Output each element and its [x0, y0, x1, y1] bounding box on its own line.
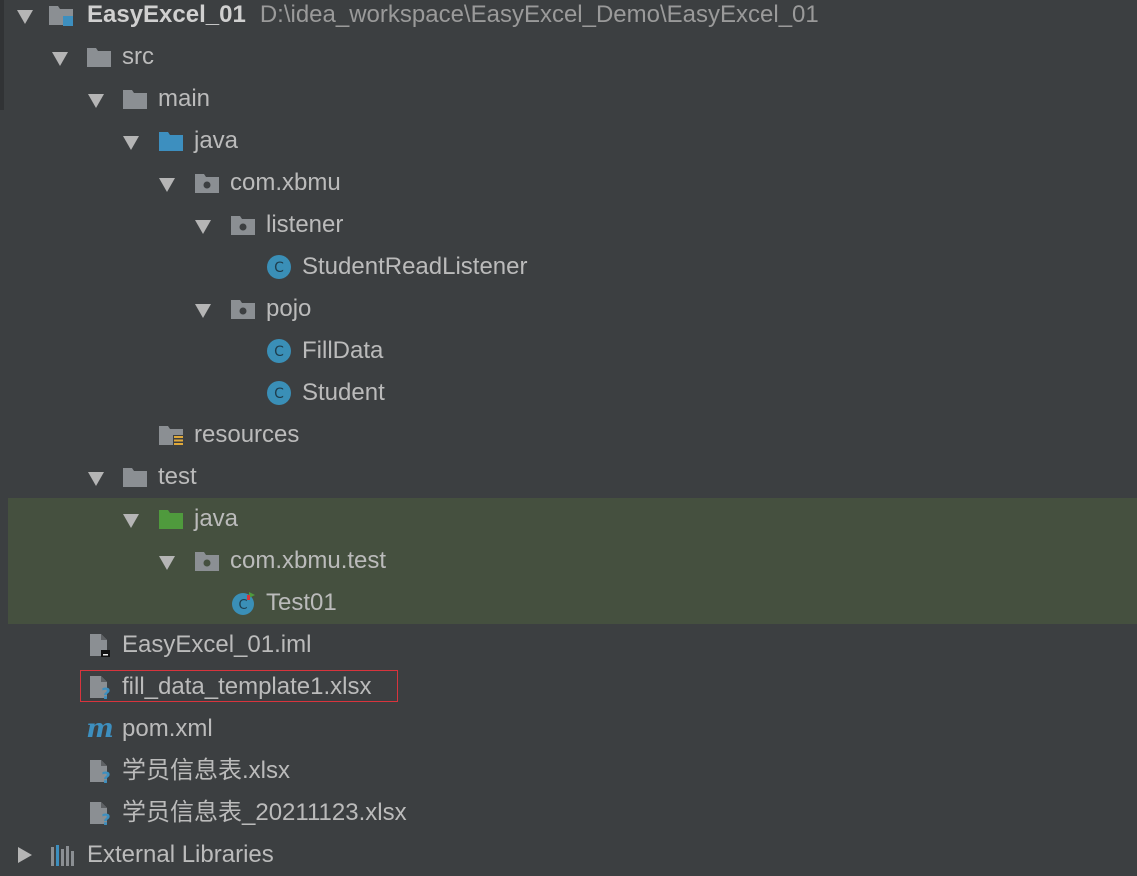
tree-item-class-student-read-listener[interactable]: C StudentReadListener	[8, 246, 1137, 288]
resources-label: resources	[194, 421, 300, 448]
chevron-down-icon[interactable]	[52, 52, 68, 66]
libraries-icon	[51, 845, 74, 866]
tree-item-file-xlsx-2[interactable]: ? 学员信息表_20211123.xlsx	[8, 792, 1137, 834]
chevron-down-icon[interactable]	[123, 514, 139, 528]
tree-item-file-pom[interactable]: m pom.xml	[8, 708, 1137, 750]
package-com-xbmu-label: com.xbmu	[230, 169, 341, 196]
main-java-label: java	[194, 127, 239, 154]
file-pom-label: pom.xml	[122, 715, 213, 742]
chevron-down-icon[interactable]	[88, 94, 104, 108]
tree-item-main[interactable]: main	[8, 78, 1137, 120]
package-com-xbmu-test-label: com.xbmu.test	[230, 547, 387, 574]
package-pojo-label: pojo	[266, 295, 312, 322]
package-icon	[195, 174, 219, 193]
chevron-down-icon[interactable]	[88, 472, 104, 486]
package-listener-label: listener	[266, 211, 344, 238]
tree-item-main-java[interactable]: java	[8, 120, 1137, 162]
src-label: src	[122, 43, 154, 70]
test-folder-icon	[159, 510, 183, 529]
class-filldata-label: FillData	[302, 337, 384, 364]
package-icon	[195, 552, 219, 571]
tree-item-src[interactable]: src	[8, 36, 1137, 78]
svg-text:C: C	[274, 386, 284, 402]
unknown-file-icon: ?	[90, 802, 111, 825]
chevron-down-icon[interactable]	[195, 304, 211, 318]
project-path: D:\idea_workspace\EasyExcel_Demo\EasyExc…	[259, 1, 819, 28]
unknown-file-icon: ?	[90, 760, 111, 783]
tree-item-class-student[interactable]: C Student	[8, 372, 1137, 414]
tree-item-test-java[interactable]: java	[8, 498, 1137, 540]
chevron-down-icon[interactable]	[159, 178, 175, 192]
svg-text:C: C	[274, 344, 284, 360]
chevron-down-icon[interactable]	[195, 220, 211, 234]
tree-item-test[interactable]: test	[8, 456, 1137, 498]
svg-text:m: m	[86, 717, 114, 741]
tree-item-resources[interactable]: resources	[8, 414, 1137, 456]
resources-folder-icon	[159, 426, 184, 446]
chevron-down-icon[interactable]	[123, 136, 139, 150]
tree-item-external-libraries[interactable]: External Libraries	[8, 834, 1137, 876]
project-root-label: EasyExcel_01 D:\idea_workspace\EasyExcel_…	[87, 0, 819, 36]
chevron-down-icon[interactable]	[17, 10, 33, 24]
gutter-marker	[0, 0, 4, 110]
folder-icon	[123, 468, 147, 487]
tree-item-file-xlsx-1[interactable]: ? 学员信息表.xlsx	[8, 750, 1137, 792]
class-icon: C	[267, 339, 291, 363]
svg-text:?: ?	[101, 768, 110, 783]
package-icon	[231, 300, 255, 319]
tree-item-file-iml[interactable]: EasyExcel_01.iml	[8, 624, 1137, 666]
selection-highlight-box	[80, 670, 398, 702]
chevron-down-icon[interactable]	[159, 556, 175, 570]
file-xlsx-1-label: 学员信息表.xlsx	[122, 757, 290, 784]
project-name: EasyExcel_01	[87, 1, 246, 28]
source-folder-icon	[159, 132, 183, 151]
class-icon: C	[267, 255, 291, 279]
class-student-read-listener-label: StudentReadListener	[302, 253, 528, 280]
class-test01-label: Test01	[266, 589, 337, 616]
class-icon: C	[267, 381, 291, 405]
test-java-label: java	[194, 505, 239, 532]
class-student-label: Student	[302, 379, 385, 406]
module-folder-icon	[49, 6, 73, 26]
iml-file-icon	[90, 634, 110, 657]
main-label: main	[158, 85, 211, 112]
tree-item-project-root[interactable]: EasyExcel_01 D:\idea_workspace\EasyExcel_…	[8, 0, 1137, 36]
test-class-icon: C	[232, 592, 255, 615]
svg-text:?: ?	[101, 810, 110, 825]
chevron-right-icon[interactable]	[18, 847, 32, 863]
tree-item-package-listener[interactable]: listener	[8, 204, 1137, 246]
package-icon	[231, 216, 255, 235]
folder-icon	[87, 48, 111, 67]
maven-icon: m	[86, 717, 114, 741]
tree-item-class-test01[interactable]: C Test01	[8, 582, 1137, 624]
test-label: test	[158, 463, 197, 490]
tree-item-package-pojo[interactable]: pojo	[8, 288, 1137, 330]
left-gutter	[0, 0, 8, 867]
folder-icon	[123, 90, 147, 109]
svg-text:C: C	[238, 598, 247, 613]
tree-item-package-com-xbmu-test[interactable]: com.xbmu.test	[8, 540, 1137, 582]
external-libraries-label: External Libraries	[87, 841, 274, 868]
tree-item-package-com-xbmu[interactable]: com.xbmu	[8, 162, 1137, 204]
file-iml-label: EasyExcel_01.iml	[122, 631, 312, 658]
file-xlsx-2-label: 学员信息表_20211123.xlsx	[122, 799, 407, 826]
svg-text:C: C	[274, 260, 284, 276]
tree-item-class-filldata[interactable]: C FillData	[8, 330, 1137, 372]
